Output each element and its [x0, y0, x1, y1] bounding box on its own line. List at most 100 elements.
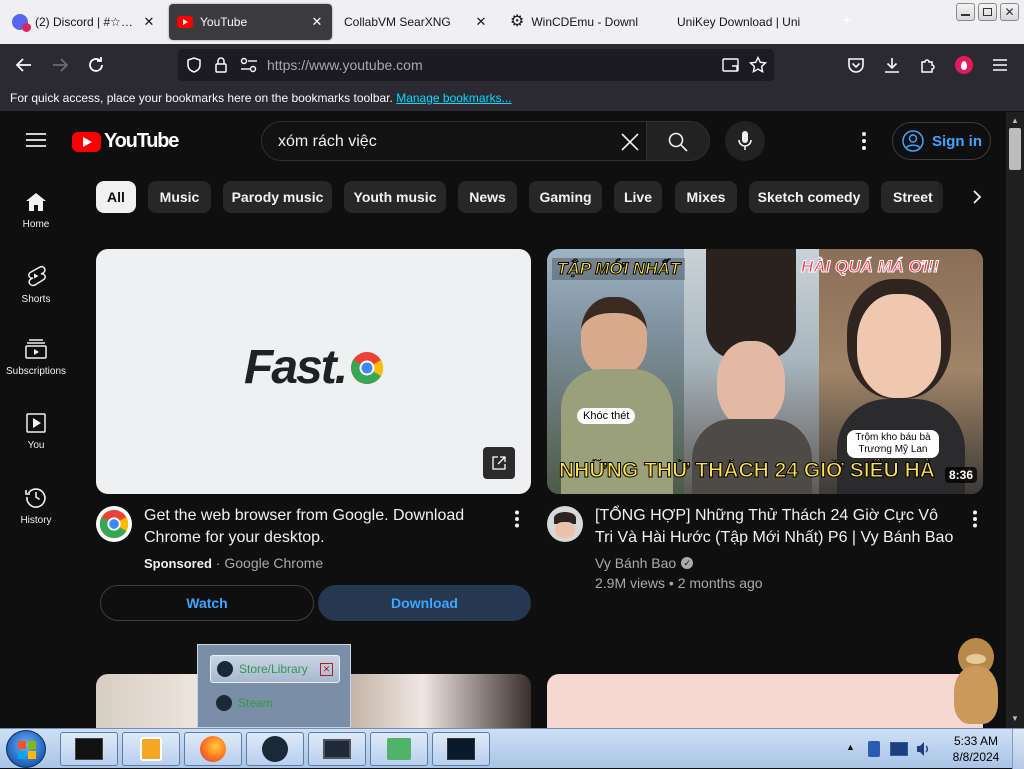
- restore-button[interactable]: [978, 3, 997, 21]
- chip-live[interactable]: Live: [614, 181, 662, 213]
- chips-fade: [936, 176, 1006, 218]
- account-button[interactable]: [951, 52, 977, 78]
- extensions-button[interactable]: [915, 52, 941, 78]
- search-icon: [668, 132, 688, 152]
- close-icon[interactable]: ✕: [320, 662, 333, 676]
- tab-youtube[interactable]: YouTube ✕: [169, 4, 332, 40]
- taskbar-app-window[interactable]: [308, 732, 366, 766]
- chip-music[interactable]: Music: [148, 181, 211, 213]
- tab-title: YouTube: [200, 15, 248, 29]
- thumbnail-tag-left: TẬP MỚI NHẤT: [552, 258, 686, 280]
- steam-popup-item[interactable]: Store/Library ✕: [210, 655, 340, 683]
- ad-more-button[interactable]: [514, 510, 520, 528]
- close-icon[interactable]: ✕: [142, 14, 156, 30]
- menu-button[interactable]: [987, 52, 1013, 78]
- manage-bookmarks-link[interactable]: Manage bookmarks...: [396, 91, 511, 105]
- tab-discord[interactable]: (2) Discord | #☆ | b ✕: [4, 4, 164, 40]
- sidebar-item-history[interactable]: History: [0, 486, 72, 526]
- open-external-button[interactable]: [483, 447, 515, 479]
- channel-avatar[interactable]: [547, 506, 583, 542]
- taskbar-app-steam[interactable]: [246, 732, 304, 766]
- search-button[interactable]: [646, 121, 710, 161]
- sidebar-item-subscriptions[interactable]: Subscriptions: [0, 339, 72, 377]
- arrow-right-icon: [53, 58, 69, 72]
- taskbar-app-monitor-graph[interactable]: [432, 732, 490, 766]
- voice-search-button[interactable]: [725, 121, 765, 161]
- sidebar-item-label: Subscriptions: [5, 366, 67, 377]
- forward-button[interactable]: [47, 52, 73, 78]
- show-hidden-icons-button[interactable]: ▲: [846, 742, 855, 752]
- tab-unikey[interactable]: UniKey Download | Uni: [669, 4, 829, 40]
- chip-news[interactable]: News: [458, 181, 517, 213]
- tab-bar: (2) Discord | #☆ | b ✕ YouTube ✕ CollabV…: [0, 0, 1024, 44]
- download-button[interactable]: Download: [318, 585, 531, 621]
- video-thumbnail-row2[interactable]: [547, 674, 983, 728]
- chip-street[interactable]: Street: [881, 181, 943, 213]
- pocket-button[interactable]: [843, 52, 869, 78]
- taskbar-app-monitor[interactable]: [60, 732, 118, 766]
- steam-popup-item[interactable]: Steam: [210, 689, 340, 717]
- scroll-up-arrow-icon[interactable]: ▲: [1011, 116, 1019, 125]
- taskbar-app-media-player[interactable]: [122, 732, 180, 766]
- taskbar-app-firefox[interactable]: [184, 732, 242, 766]
- sponsor-name[interactable]: Google Chrome: [224, 555, 323, 571]
- ad-thumbnail-text: Fast.: [244, 341, 348, 394]
- close-icon[interactable]: ✕: [310, 14, 324, 30]
- close-icon[interactable]: ✕: [474, 14, 488, 30]
- search-input[interactable]: xóm rách việc: [278, 133, 377, 151]
- channel-name[interactable]: Vy Bánh Bao: [595, 555, 676, 571]
- chips-next-button[interactable]: [972, 189, 982, 205]
- network-icon[interactable]: [890, 742, 908, 756]
- minimize-button[interactable]: [956, 3, 975, 21]
- back-button[interactable]: [11, 52, 37, 78]
- video-thumbnail[interactable]: TẬP MỚI NHẤT HÀI QUÁ MÁ ƠI!! Khóc thét T…: [547, 249, 983, 494]
- taskbar-clock[interactable]: 5:33 AM 8/8/2024: [942, 733, 1010, 765]
- ad-thumbnail[interactable]: Fast.: [96, 249, 531, 494]
- sidebar-item-home[interactable]: Home: [0, 192, 72, 230]
- sponsor-avatar[interactable]: [96, 506, 132, 542]
- face-illustration: [857, 294, 941, 398]
- url-text[interactable]: https://www.youtube.com: [267, 57, 423, 73]
- sidebar-item-label: Home: [22, 219, 50, 230]
- show-desktop-button[interactable]: [1012, 729, 1024, 769]
- settings-more-button[interactable]: [856, 131, 872, 151]
- volume-icon[interactable]: [916, 741, 930, 757]
- chip-all[interactable]: All: [96, 181, 136, 213]
- chip-sketch-comedy[interactable]: Sketch comedy: [749, 181, 869, 213]
- url-bar[interactable]: https://www.youtube.com: [178, 49, 774, 81]
- scroll-down-arrow-icon[interactable]: ▼: [1011, 714, 1019, 723]
- steam-icon: [217, 661, 233, 677]
- sign-in-button[interactable]: Sign in: [892, 122, 991, 160]
- page-scrollbar[interactable]: ▲ ▼: [1006, 112, 1024, 728]
- watch-button[interactable]: Watch: [100, 585, 314, 621]
- video-more-button[interactable]: [972, 510, 978, 528]
- chip-gaming[interactable]: Gaming: [529, 181, 602, 213]
- reload-button[interactable]: [83, 52, 109, 78]
- sidebar-item-label: You: [27, 440, 45, 451]
- clock-time: 5:33 AM: [953, 734, 999, 748]
- new-tab-icon[interactable]: +: [842, 12, 851, 30]
- tray-app-icon[interactable]: [868, 741, 880, 757]
- view-count: 2.9M views: [595, 575, 666, 591]
- youtube-logo[interactable]: YouTube: [72, 130, 179, 153]
- guide-menu-button[interactable]: [26, 132, 46, 148]
- video-title[interactable]: [TỔNG HỢP] Những Thử Thách 24 Giờ Cực Vô…: [595, 505, 955, 549]
- tab-collabvm-searxng[interactable]: CollabVM SearXNG ✕: [336, 4, 496, 40]
- chip-youth-music[interactable]: Youth music: [344, 181, 446, 213]
- desktop-pet-mascot[interactable]: [948, 634, 1006, 728]
- chip-mixes[interactable]: Mixes: [675, 181, 737, 213]
- close-window-button[interactable]: ✕: [1000, 3, 1019, 21]
- chip-parody-music[interactable]: Parody music: [223, 181, 332, 213]
- scrollbar-thumb[interactable]: [1009, 128, 1021, 170]
- clock-date: 8/8/2024: [952, 750, 1000, 764]
- sidebar-item-you[interactable]: You: [0, 413, 72, 451]
- taskbar-app-installer[interactable]: [370, 732, 428, 766]
- puzzle-icon: [921, 59, 935, 73]
- thumbnail-tag-right: HÀI QUÁ MÁ ƠI!!: [801, 257, 940, 277]
- search-box[interactable]: xóm rách việc: [261, 121, 647, 161]
- downloads-button[interactable]: [879, 52, 905, 78]
- sidebar-item-shorts[interactable]: Shorts: [0, 265, 72, 305]
- tab-wincdemu[interactable]: ⚙ WinCDEmu - Downl: [502, 4, 662, 40]
- start-button[interactable]: [6, 730, 46, 768]
- ad-title[interactable]: Get the web browser from Google. Downloa…: [144, 505, 494, 549]
